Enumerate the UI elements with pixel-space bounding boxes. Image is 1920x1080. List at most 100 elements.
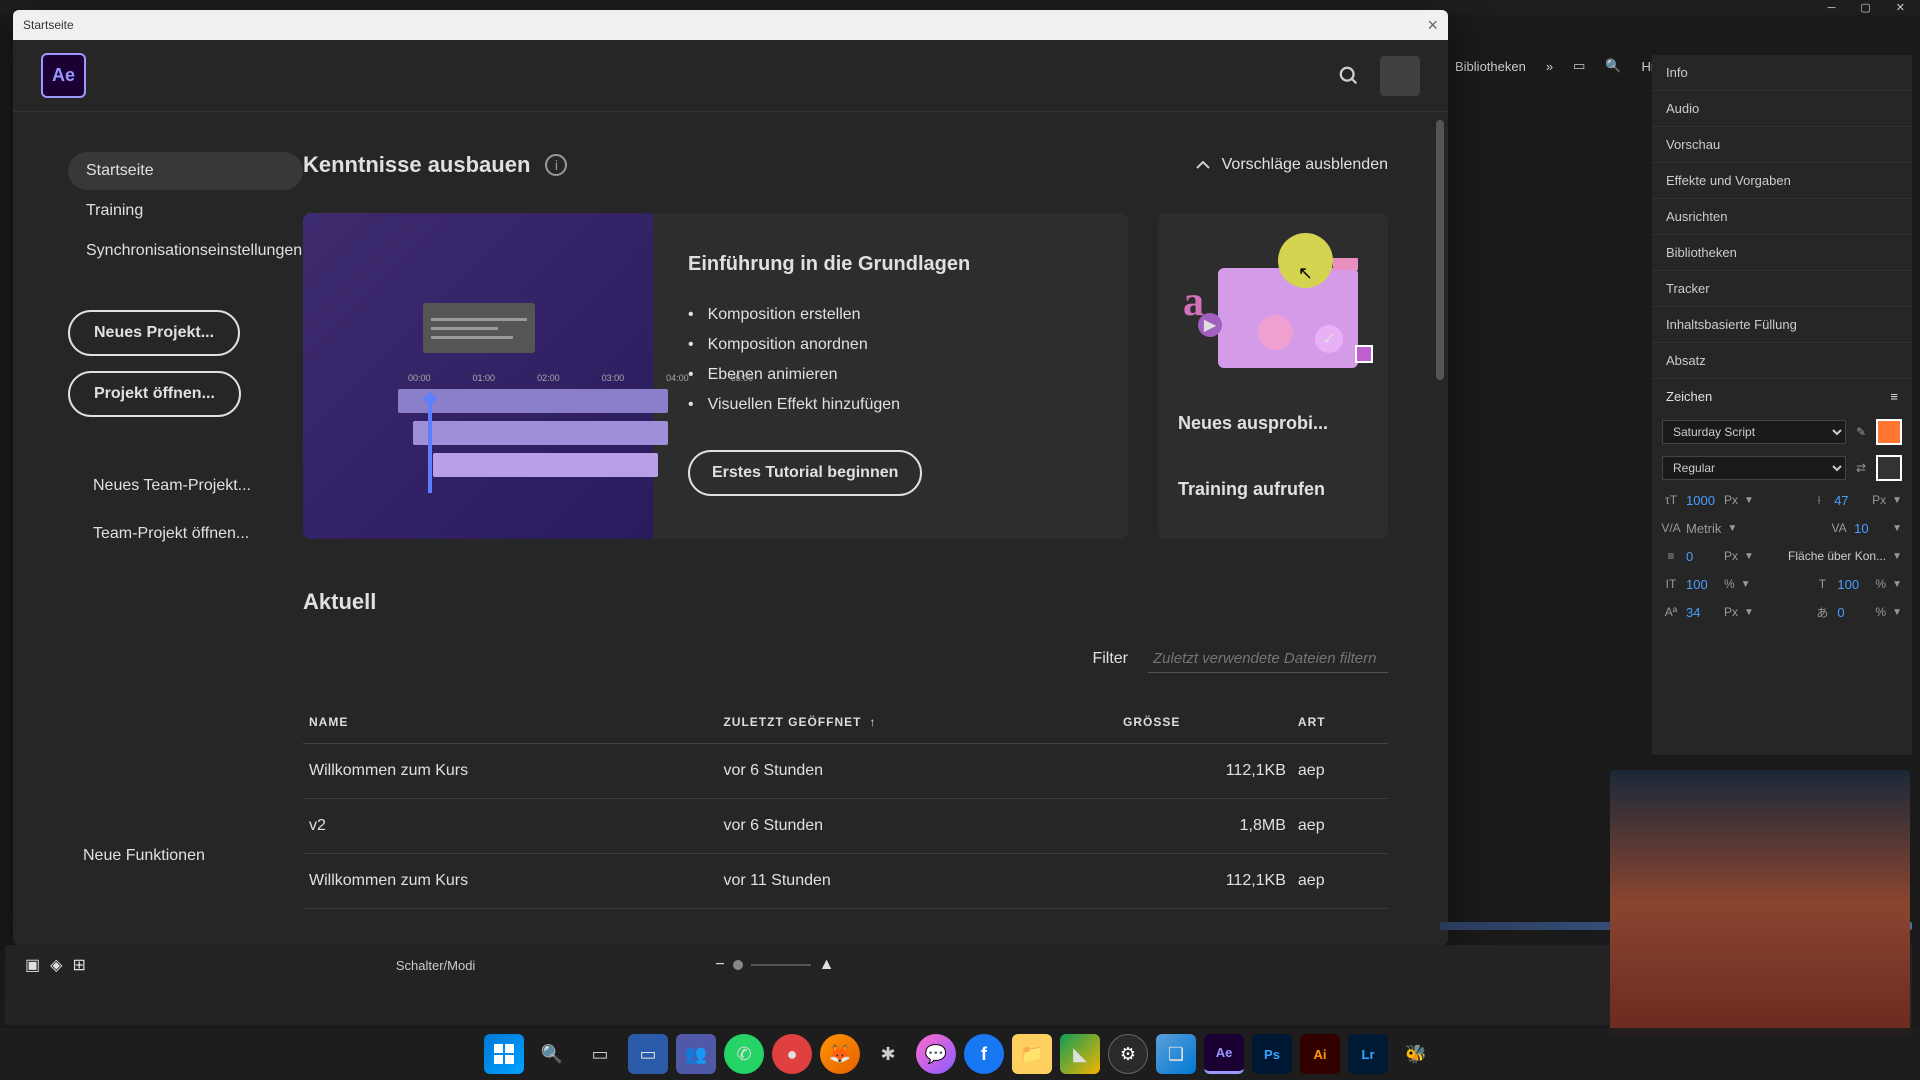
try-new-card[interactable]: a ✓ ↖ ▶ Neues ausprobi... Training aufru… bbox=[1158, 213, 1388, 539]
panel-libraries[interactable]: Bibliotheken bbox=[1652, 235, 1912, 271]
taskbar-firefox[interactable]: 🦊 bbox=[820, 1034, 860, 1074]
taskbar-illustrator[interactable]: Ai bbox=[1300, 1034, 1340, 1074]
taskbar-vscode[interactable]: ❏ bbox=[1156, 1034, 1196, 1074]
col-type[interactable]: ART bbox=[1292, 701, 1388, 744]
swap-icon[interactable]: ⇄ bbox=[1852, 459, 1870, 477]
modal-close-icon[interactable]: × bbox=[1427, 15, 1438, 36]
col-size[interactable]: GRÖSSE bbox=[1117, 701, 1292, 744]
font-size-value[interactable]: 1000 bbox=[1686, 493, 1718, 508]
panel-align[interactable]: Ausrichten bbox=[1652, 199, 1912, 235]
panel-icon[interactable]: ▭ bbox=[1573, 58, 1585, 74]
panel-menu-icon[interactable]: ≡ bbox=[1890, 389, 1898, 404]
table-row[interactable]: Willkommen zum Kurs vor 11 Stunden 112,1… bbox=[303, 854, 1388, 909]
leading-value[interactable]: 47 bbox=[1834, 493, 1866, 508]
modal-title: Startseite bbox=[23, 18, 74, 32]
graph-icon[interactable]: ⊞ bbox=[72, 955, 85, 975]
zoom-in-icon[interactable]: ▲ bbox=[819, 956, 835, 974]
info-icon[interactable]: i bbox=[545, 154, 567, 176]
stroke-over-label[interactable]: Fläche über Kon... bbox=[1788, 549, 1886, 563]
tsume-value[interactable]: 0 bbox=[1837, 605, 1869, 620]
taskbar-whatsapp[interactable]: ✆ bbox=[724, 1034, 764, 1074]
taskbar-facebook[interactable]: f bbox=[964, 1034, 1004, 1074]
stroke-value[interactable]: 0 bbox=[1686, 549, 1718, 564]
taskbar-edge[interactable]: ▭ bbox=[628, 1034, 668, 1074]
panel-effects[interactable]: Effekte und Vorgaben bbox=[1652, 163, 1912, 199]
task-view-button[interactable]: ▭ bbox=[580, 1034, 620, 1074]
taskbar-photoshop[interactable]: Ps bbox=[1252, 1034, 1292, 1074]
avatar[interactable] bbox=[1380, 56, 1420, 96]
table-row[interactable]: v2 vor 6 Stunden 1,8MB aep bbox=[303, 799, 1388, 854]
search-icon[interactable] bbox=[1338, 65, 1360, 87]
modes-icon[interactable]: ◈ bbox=[50, 955, 62, 975]
dropdown-icon[interactable]: ▼ bbox=[1744, 495, 1754, 506]
toggle-suggestions[interactable]: Vorschläge ausblenden bbox=[1196, 156, 1388, 174]
recent-title: Aktuell bbox=[303, 589, 1388, 615]
new-features-link[interactable]: Neue Funktionen bbox=[68, 847, 303, 865]
tracking-value[interactable]: 10 bbox=[1854, 521, 1886, 536]
open-project-button[interactable]: Projekt öffnen... bbox=[68, 371, 241, 417]
switches-icon[interactable]: ▣ bbox=[25, 955, 40, 975]
panel-tracker[interactable]: Tracker bbox=[1652, 271, 1912, 307]
hscale-icon: T bbox=[1813, 575, 1831, 593]
cursor-icon: ↖ bbox=[1298, 263, 1313, 284]
intro-item: Komposition anordnen bbox=[688, 330, 1093, 360]
kerning-value[interactable]: Metrik bbox=[1686, 521, 1721, 536]
taskbar-messenger[interactable]: 💬 bbox=[916, 1034, 956, 1074]
baseline-icon: Aª bbox=[1662, 603, 1680, 621]
start-tutorial-button[interactable]: Erstes Tutorial beginnen bbox=[688, 450, 922, 496]
eyedropper-icon[interactable]: ✎ bbox=[1852, 423, 1870, 441]
taskbar-lightroom[interactable]: Lr bbox=[1348, 1034, 1388, 1074]
font-size-icon: τT bbox=[1662, 491, 1680, 509]
sidebar-item-training[interactable]: Training bbox=[68, 192, 303, 230]
vscale-value[interactable]: 100 bbox=[1686, 577, 1718, 592]
filter-input[interactable] bbox=[1148, 645, 1388, 673]
stroke-color-swatch[interactable] bbox=[1876, 455, 1902, 481]
skills-title: Kenntnisse ausbauen bbox=[303, 152, 530, 178]
search-help-icon[interactable]: 🔍 bbox=[1605, 58, 1621, 74]
taskbar-drive[interactable]: ◣ bbox=[1060, 1034, 1100, 1074]
panel-content-fill[interactable]: Inhaltsbasierte Füllung bbox=[1652, 307, 1912, 343]
new-team-project-link[interactable]: Neues Team-Projekt... bbox=[68, 477, 303, 495]
font-style-select[interactable]: Regular bbox=[1662, 456, 1846, 480]
taskbar-app2[interactable]: ✱ bbox=[868, 1034, 908, 1074]
panel-preview[interactable]: Vorschau bbox=[1652, 127, 1912, 163]
start-button[interactable] bbox=[484, 1034, 524, 1074]
taskbar-obs[interactable]: ⚙ bbox=[1108, 1034, 1148, 1074]
search-button[interactable]: 🔍 bbox=[532, 1034, 572, 1074]
taskbar-teams[interactable]: 👥 bbox=[676, 1034, 716, 1074]
maximize-button[interactable]: ▢ bbox=[1860, 1, 1870, 14]
table-row[interactable]: Willkommen zum Kurs vor 6 Stunden 112,1K… bbox=[303, 744, 1388, 799]
taskbar-app3[interactable]: 🐝 bbox=[1396, 1034, 1436, 1074]
panel-paragraph[interactable]: Absatz bbox=[1652, 343, 1912, 379]
intro-item: Komposition erstellen bbox=[688, 300, 1093, 330]
minimize-button[interactable]: ─ bbox=[1828, 2, 1836, 14]
font-family-select[interactable]: Saturday Script bbox=[1662, 420, 1846, 444]
vscale-icon: IT bbox=[1662, 575, 1680, 593]
close-button[interactable]: ✕ bbox=[1896, 1, 1905, 14]
panel-character[interactable]: Zeichen bbox=[1666, 389, 1712, 404]
col-opened[interactable]: ZULETZT GEÖFFNET↑ bbox=[717, 701, 1117, 744]
tsume-icon: あ bbox=[1813, 603, 1831, 621]
open-training-link[interactable]: Training aufrufen bbox=[1178, 479, 1368, 500]
baseline-value[interactable]: 34 bbox=[1686, 605, 1718, 620]
switches-label[interactable]: Schalter/Modi bbox=[396, 958, 475, 973]
zoom-slider[interactable] bbox=[733, 960, 743, 970]
sidebar-item-sync[interactable]: Synchronisationseinstellungen bbox=[68, 232, 303, 270]
taskbar-app[interactable]: ● bbox=[772, 1034, 812, 1074]
taskbar-explorer[interactable]: 📁 bbox=[1012, 1034, 1052, 1074]
webcam-overlay bbox=[1610, 770, 1910, 1035]
open-team-project-link[interactable]: Team-Projekt öffnen... bbox=[68, 525, 303, 543]
zoom-out-icon[interactable]: − bbox=[715, 956, 724, 974]
panel-audio[interactable]: Audio bbox=[1652, 91, 1912, 127]
tracking-icon: VA bbox=[1830, 519, 1848, 537]
sidebar-item-home[interactable]: Startseite bbox=[68, 152, 303, 190]
libraries-tab[interactable]: Bibliotheken bbox=[1455, 59, 1526, 74]
new-project-button[interactable]: Neues Projekt... bbox=[68, 310, 240, 356]
taskbar-aftereffects[interactable]: Ae bbox=[1204, 1034, 1244, 1074]
expand-icon[interactable]: » bbox=[1546, 59, 1553, 74]
fill-color-swatch[interactable] bbox=[1876, 419, 1902, 445]
col-name[interactable]: NAME bbox=[303, 701, 717, 744]
panel-info[interactable]: Info bbox=[1652, 55, 1912, 91]
hscale-value[interactable]: 100 bbox=[1837, 577, 1869, 592]
scrollbar[interactable] bbox=[1436, 120, 1444, 380]
